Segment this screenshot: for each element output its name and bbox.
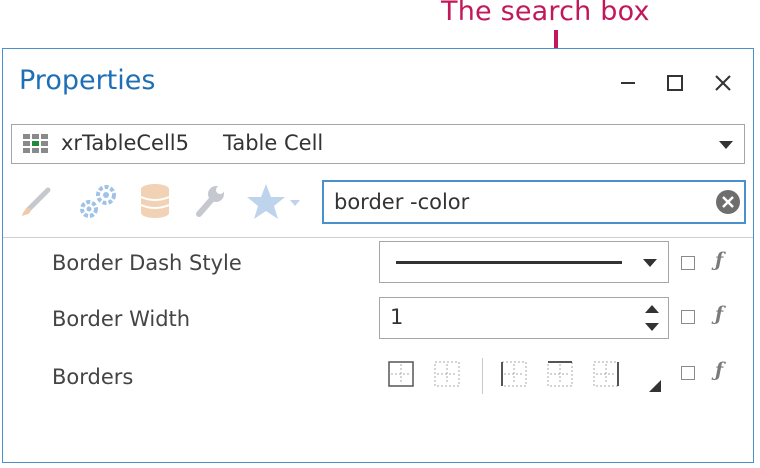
border-dash-style-combo[interactable]	[379, 241, 669, 283]
border-none-icon[interactable]	[433, 360, 461, 388]
minimize-icon	[621, 82, 635, 84]
border-all-icon[interactable]	[387, 360, 415, 388]
data-tab[interactable]	[135, 181, 175, 221]
solid-line-preview	[396, 261, 622, 264]
minimize-button[interactable]	[614, 69, 642, 97]
maximize-button[interactable]	[661, 69, 689, 97]
border-width-value[interactable]: 1	[390, 305, 403, 329]
table-cell-icon	[23, 134, 48, 153]
favorites-star-icon	[247, 184, 300, 219]
close-button[interactable]	[709, 69, 737, 97]
object-selector[interactable]: xrTableCell5 Table Cell	[11, 124, 745, 164]
favorites-tab[interactable]	[243, 181, 305, 221]
property-label-border-dash-style: Border Dash Style	[52, 251, 242, 275]
selected-object-type: Table Cell	[223, 131, 324, 155]
border-left-icon[interactable]	[500, 360, 528, 388]
appearance-tab[interactable]	[17, 181, 57, 221]
spin-up-icon[interactable]	[644, 304, 660, 314]
design-tab[interactable]	[189, 181, 229, 221]
annotation-label: The search box	[441, 0, 650, 27]
selected-object-name: xrTableCell5	[61, 131, 189, 155]
property-label-border-width: Border Width	[52, 307, 191, 331]
property-marker-checkbox[interactable]	[681, 256, 695, 270]
property-marker-checkbox[interactable]	[681, 310, 695, 324]
expression-icon[interactable]: ƒ	[715, 249, 723, 271]
maximize-icon	[667, 75, 683, 91]
appearance-brush-icon	[22, 187, 51, 216]
more-borders-expand-icon[interactable]	[649, 380, 661, 392]
toolbar-divider	[3, 237, 753, 238]
data-database-icon	[140, 184, 170, 218]
chevron-down-icon[interactable]	[718, 139, 734, 151]
border-right-icon[interactable]	[592, 360, 620, 388]
chevron-down-icon[interactable]	[642, 257, 658, 269]
spin-down-icon[interactable]	[644, 322, 660, 332]
border-top-icon[interactable]	[546, 360, 574, 388]
expression-icon[interactable]: ƒ	[715, 359, 723, 381]
behavior-tab[interactable]	[73, 181, 123, 221]
behavior-gears-icon	[80, 185, 116, 218]
panel-title: Properties	[19, 65, 156, 96]
border-buttons-separator	[482, 358, 483, 394]
border-width-spin[interactable]: 1	[379, 297, 669, 339]
property-marker-checkbox[interactable]	[681, 366, 695, 380]
properties-panel: Properties xrTableCell5 Table Cell borde…	[2, 48, 754, 463]
search-box[interactable]	[322, 180, 746, 224]
property-label-borders: Borders	[52, 365, 134, 389]
search-input[interactable]	[334, 190, 704, 214]
clear-search-icon[interactable]	[714, 188, 742, 216]
close-icon	[715, 75, 731, 91]
expression-icon[interactable]: ƒ	[715, 303, 723, 325]
design-wrench-icon	[196, 186, 224, 217]
